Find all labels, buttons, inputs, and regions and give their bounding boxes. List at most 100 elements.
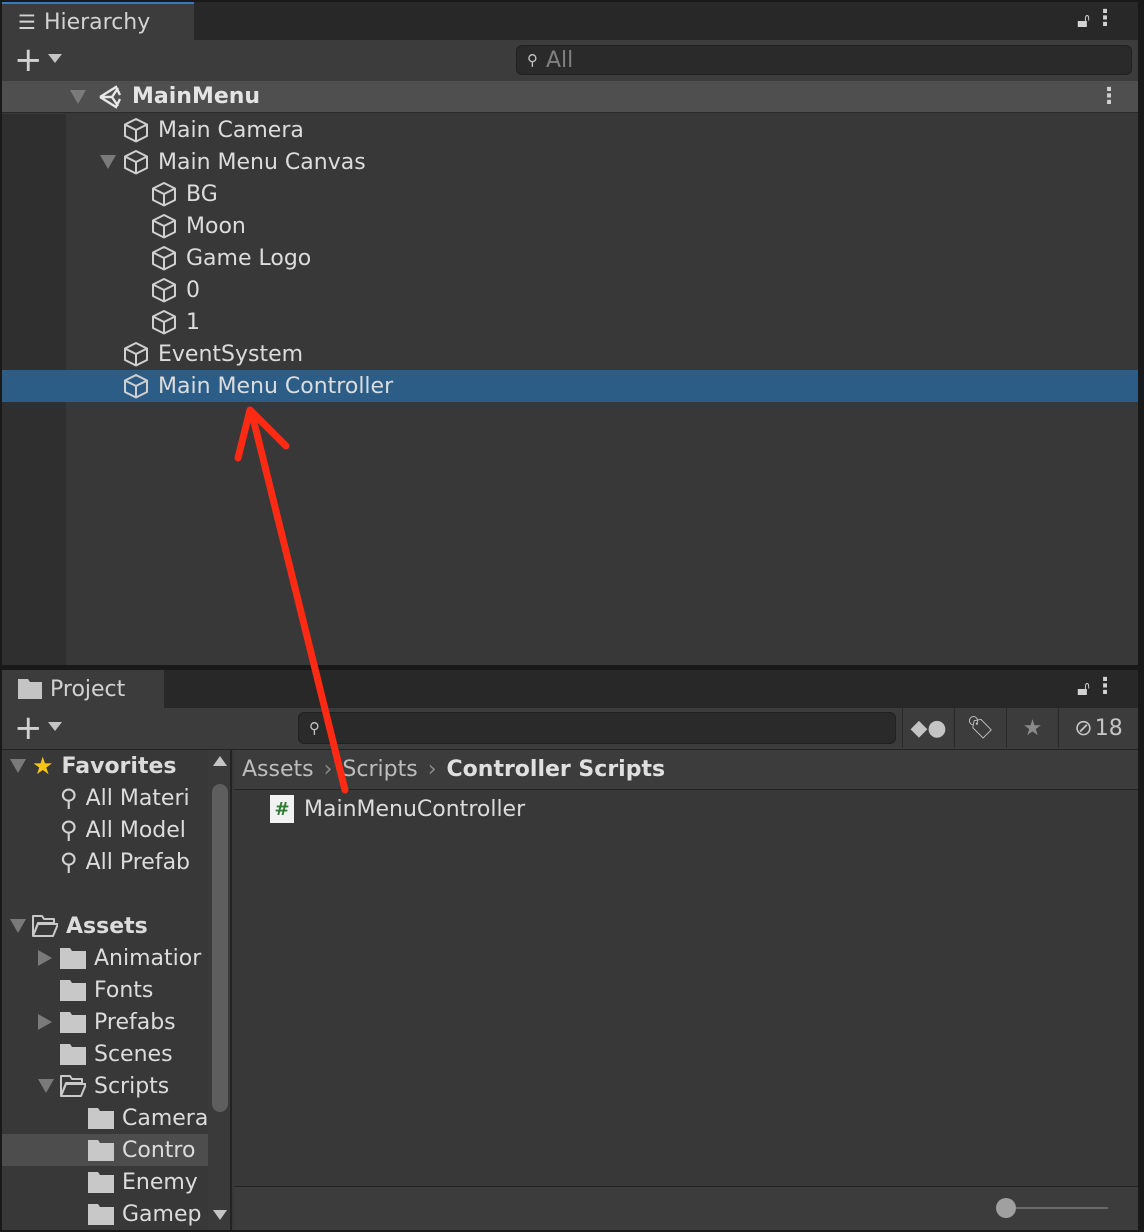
project-tree: ★ Favorites ⚲ All Materi ⚲ All Model ⚲ All Pref… bbox=[2, 750, 232, 1230]
expand-arrow[interactable] bbox=[10, 919, 26, 933]
hierarchy-item[interactable]: EventSystem bbox=[2, 338, 1138, 370]
project-search-input[interactable]: ⚲ bbox=[298, 712, 896, 744]
project-toolbar: + ⚲ ◆● 🏷︎ ★ ⊘ 18 bbox=[2, 708, 1138, 750]
icon-size-slider-track[interactable] bbox=[1004, 1207, 1108, 1209]
unity-scene-icon bbox=[99, 84, 122, 109]
tag-icon: 🏷︎ bbox=[966, 715, 995, 741]
hierarchy-search-input[interactable]: ⚲ All bbox=[516, 45, 1132, 75]
tree-item[interactable]: Enemy bbox=[2, 1166, 230, 1198]
scene-more-icon[interactable]: ⋮ bbox=[1098, 84, 1120, 109]
tree-item[interactable]: Fonts bbox=[2, 974, 230, 1006]
tree-item[interactable]: ⚲ All Prefab bbox=[2, 846, 230, 878]
breadcrumb-item[interactable]: Controller Scripts bbox=[447, 757, 666, 782]
hierarchy-tabbar: ☰ Hierarchy 🔓︎ ⋮ bbox=[2, 2, 1138, 40]
folder-icon bbox=[88, 1172, 114, 1193]
tree-item[interactable]: Scenes bbox=[2, 1038, 230, 1070]
shapes-icon: ◆● bbox=[910, 715, 947, 741]
folder-icon bbox=[18, 679, 42, 699]
collapse-arrow[interactable] bbox=[38, 950, 52, 966]
tree-item[interactable]: Scripts bbox=[2, 1070, 230, 1102]
collapse-arrow[interactable] bbox=[38, 1014, 52, 1030]
breadcrumb-item[interactable]: Scripts bbox=[342, 757, 417, 782]
folder-icon bbox=[60, 948, 86, 969]
gameobject-cube-icon bbox=[152, 278, 176, 303]
tree-item[interactable]: Animatior bbox=[2, 942, 230, 974]
tree-item[interactable]: ⚲ All Model bbox=[2, 814, 230, 846]
gameobject-cube-icon bbox=[124, 118, 148, 143]
gameobject-cube-icon bbox=[124, 374, 148, 399]
expand-arrow[interactable] bbox=[10, 759, 26, 773]
hierarchy-item[interactable]: BG bbox=[2, 178, 1138, 210]
gameobject-cube-icon bbox=[152, 182, 176, 207]
hierarchy-item[interactable]: Game Logo bbox=[2, 242, 1138, 274]
tree-item[interactable]: Assets bbox=[2, 910, 230, 942]
filter-by-type-button[interactable]: ◆● bbox=[902, 708, 954, 748]
breadcrumb: Assets › Scripts › Controller Scripts bbox=[234, 750, 1138, 790]
tree-item[interactable]: ★ Favorites bbox=[2, 750, 230, 782]
folder-icon bbox=[60, 1012, 86, 1033]
gameobject-cube-icon bbox=[124, 150, 148, 175]
hierarchy-item[interactable]: 1 bbox=[2, 306, 1138, 338]
tab-hierarchy[interactable]: ☰ Hierarchy bbox=[2, 2, 194, 40]
hierarchy-panel: ☰ Hierarchy 🔓︎ ⋮ + ⚲ All MainMenu ⋮ Main… bbox=[2, 2, 1138, 665]
folder-icon bbox=[88, 1204, 114, 1225]
hierarchy-item[interactable]: Main Camera bbox=[2, 114, 1138, 146]
chevron-down-icon[interactable] bbox=[48, 54, 62, 63]
scene-header-row[interactable]: MainMenu ⋮ bbox=[2, 81, 1138, 113]
tree-item[interactable]: Prefabs bbox=[2, 1006, 230, 1038]
search-icon: ⚲ bbox=[60, 848, 78, 876]
tree-item[interactable]: ⚲ All Materi bbox=[2, 782, 230, 814]
project-panel: Project 🔓︎ ⋮ + ⚲ ◆● 🏷︎ ★ ⊘ 18 ★ Favorites ⚲… bbox=[2, 670, 1138, 1230]
hierarchy-toolbar: + ⚲ All bbox=[2, 40, 1138, 82]
scroll-up-icon[interactable] bbox=[213, 756, 227, 766]
folder-open-icon bbox=[60, 1075, 86, 1097]
tree-item[interactable]: Contro bbox=[2, 1134, 230, 1166]
file-item[interactable]: # MainMenuController bbox=[234, 793, 1138, 825]
csharp-script-icon: # bbox=[270, 795, 294, 823]
add-icon[interactable]: + bbox=[14, 40, 43, 80]
lock-icon[interactable]: 🔓︎ bbox=[1077, 8, 1090, 32]
scrollbar-thumb[interactable] bbox=[212, 784, 228, 1112]
search-icon: ⚲ bbox=[60, 816, 78, 844]
expand-arrow[interactable] bbox=[70, 89, 86, 104]
filter-by-label-button[interactable]: 🏷︎ bbox=[954, 708, 1006, 748]
lock-icon[interactable]: 🔓︎ bbox=[1077, 676, 1090, 700]
scroll-down-icon[interactable] bbox=[213, 1210, 227, 1220]
breadcrumb-item[interactable]: Assets bbox=[242, 757, 314, 782]
favorites-button[interactable]: ★ bbox=[1006, 708, 1058, 748]
more-options-icon[interactable]: ⋮ bbox=[1094, 6, 1116, 31]
search-icon: ⚲ bbox=[527, 51, 538, 69]
hierarchy-item[interactable]: Moon bbox=[2, 210, 1138, 242]
list-icon: ☰ bbox=[18, 10, 36, 34]
chevron-down-icon[interactable] bbox=[48, 722, 62, 731]
add-icon[interactable]: + bbox=[14, 708, 43, 748]
gameobject-cube-icon bbox=[124, 342, 148, 367]
file-list: # MainMenuController bbox=[234, 791, 1138, 1186]
project-tabbar: Project 🔓︎ ⋮ bbox=[2, 670, 1138, 708]
tab-project[interactable]: Project bbox=[2, 670, 164, 708]
star-icon: ★ bbox=[32, 752, 54, 780]
folder-icon bbox=[88, 1140, 114, 1161]
tree-scrollbar[interactable] bbox=[208, 750, 230, 1230]
project-footer bbox=[234, 1186, 1138, 1230]
icon-size-slider-handle[interactable] bbox=[996, 1198, 1016, 1218]
search-icon: ⚲ bbox=[60, 784, 78, 812]
folder-icon bbox=[60, 1044, 86, 1065]
tree-item[interactable]: Camera bbox=[2, 1102, 230, 1134]
hierarchy-item[interactable]: 0 bbox=[2, 274, 1138, 306]
expand-arrow[interactable] bbox=[38, 1079, 54, 1093]
gameobject-cube-icon bbox=[152, 246, 176, 271]
expand-arrow[interactable] bbox=[100, 155, 116, 169]
chevron-right-icon: › bbox=[323, 757, 333, 782]
folder-icon bbox=[60, 980, 86, 1001]
tree-item[interactable]: Gamep bbox=[2, 1198, 230, 1230]
chevron-right-icon: › bbox=[427, 757, 437, 782]
star-icon: ★ bbox=[1022, 715, 1043, 741]
hierarchy-item[interactable]: Main Menu Canvas bbox=[2, 146, 1138, 178]
gameobject-cube-icon bbox=[152, 310, 176, 335]
hierarchy-item[interactable]: Main Menu Controller bbox=[2, 370, 1138, 402]
more-options-icon[interactable]: ⋮ bbox=[1094, 674, 1116, 699]
search-icon: ⚲ bbox=[309, 719, 320, 737]
hidden-packages-button[interactable]: ⊘ 18 bbox=[1058, 708, 1138, 748]
gameobject-cube-icon bbox=[152, 214, 176, 239]
